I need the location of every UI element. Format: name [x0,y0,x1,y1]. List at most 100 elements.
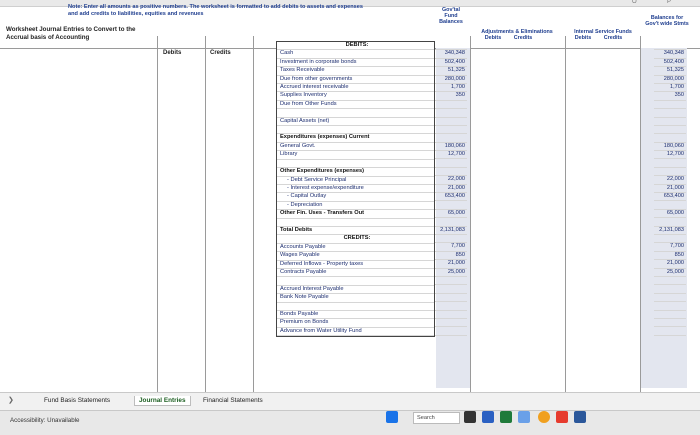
govtl-fund-balance-cell[interactable]: 65,000 [435,210,467,219]
govtl-fund-balance-cell[interactable]: 25,000 [435,269,467,277]
account-row[interactable]: - Depreciation [277,202,434,211]
account-row[interactable]: Accounts Payable [277,244,434,253]
govtl-fund-balance-cell[interactable]: 12,700 [435,151,467,160]
account-row[interactable]: - Interest expense/expenditure [277,185,434,194]
tab-fund-basis-statements[interactable]: Fund Basis Statements [40,396,114,405]
govt-wide-balance-cell[interactable]: 280,000 [654,76,686,84]
account-row[interactable]: Accrued Interest Payable [277,286,434,295]
account-row[interactable]: Capital Assets (net) [277,118,434,127]
account-row[interactable]: Taxes Receivable [277,67,434,76]
account-row[interactable]: General Govt. [277,143,434,152]
account-row[interactable]: Accrued interest receivable [277,84,434,93]
govtl-fund-balance-cell[interactable]: 51,325 [435,67,467,76]
govt-wide-balance-cell[interactable]: 21,000 [654,260,686,269]
govt-wide-balance-cell[interactable]: 180,060 [654,143,686,152]
govt-wide-balance-cell[interactable]: 0 [654,311,686,319]
account-row[interactable]: Wages Payable [277,252,434,261]
taskbar-search[interactable]: Search [413,412,460,424]
govt-wide-balance-cell[interactable]: 0 [654,294,686,303]
account-row[interactable]: Bank Note Payable [277,294,434,303]
govt-wide-balance-cell[interactable]: 22,000 [654,176,686,185]
govt-wide-balance-cell[interactable]: 0 [654,109,686,118]
govtl-fund-balance-cell[interactable]: 850 [435,252,467,261]
govt-wide-balance-cell[interactable]: 21,000 [654,185,686,194]
govtl-fund-balance-cell[interactable]: 0 [435,134,467,143]
account-row[interactable]: Cash [277,50,434,59]
tab-financial-statements[interactable]: Financial Statements [199,396,267,405]
account-row[interactable]: Library [277,151,434,160]
govt-wide-balance-cell[interactable]: 0 [654,319,686,328]
account-row[interactable]: Premium on Bonds [277,319,434,328]
govt-wide-balance-cell[interactable]: 502,400 [654,59,686,68]
account-row[interactable]: - Debt Service Principal [277,177,434,185]
account-row[interactable]: Advance from Water Utility Fund [277,328,434,337]
govt-wide-balance-cell[interactable]: 0 [654,42,686,51]
govt-wide-balance-cell[interactable]: 0 [654,101,686,110]
tab-scroll-icon[interactable]: ❯ [8,396,14,404]
govt-wide-balance-cell[interactable]: 0 [654,285,686,294]
govtl-fund-balance-cell[interactable]: 0 [435,101,467,110]
govt-wide-balance-cell[interactable]: 25,000 [654,269,686,277]
accessibility-status[interactable]: Accessibility: Unavailable [10,417,79,424]
account-row[interactable]: DEBITS: [277,42,434,51]
govtl-fund-balance-cell[interactable]: 0 [435,109,467,118]
account-row[interactable]: Due from Other Funds [277,101,434,110]
govtl-fund-balance-cell[interactable]: 0 [435,327,467,336]
account-row[interactable]: - Capital Outlay [277,193,434,202]
govt-wide-balance-cell[interactable]: 0 [654,235,686,244]
govtl-fund-balance-cell[interactable]: 21,000 [435,260,467,269]
govtl-fund-balance-cell[interactable]: 0 [435,302,467,311]
account-row[interactable]: Bonds Payable [277,311,434,320]
account-row[interactable]: CREDITS: [277,235,434,244]
govt-wide-balance-cell[interactable]: 65,000 [654,210,686,219]
account-row[interactable] [277,303,434,311]
govt-wide-balance-cell[interactable]: 0 [654,218,686,227]
govtl-fund-balance-cell[interactable]: 502,400 [435,59,467,68]
govtl-fund-balance-cell[interactable]: 1,700 [435,84,467,93]
govt-wide-balance-cell[interactable]: 51,325 [654,67,686,76]
govt-wide-balance-cell[interactable]: 1,700 [654,84,686,93]
govtl-fund-balance-cell[interactable]: 0 [435,319,467,328]
govt-wide-balance-cell[interactable]: 0 [654,201,686,210]
govt-wide-balance-cell[interactable]: 0 [654,118,686,126]
govt-wide-balance-cell[interactable]: 12,700 [654,151,686,160]
govtl-fund-balance-cell[interactable]: 653,400 [435,193,467,202]
chrome-icon[interactable] [538,411,550,423]
govtl-fund-balance-cell[interactable]: 350 [435,92,467,101]
govtl-fund-balance-cell[interactable]: 0 [435,235,467,244]
task-view-icon[interactable] [464,411,476,423]
tab-journal-entries[interactable]: Journal Entries [134,396,191,406]
govtl-fund-balance-cell[interactable]: 0 [435,294,467,303]
account-row[interactable]: Expenditures (expenses) Current [277,134,434,143]
govt-wide-balance-cell[interactable]: 350 [654,92,686,101]
govt-wide-balance-cell[interactable]: 850 [654,252,686,261]
govtl-fund-balance-cell[interactable]: 180,060 [435,143,467,152]
windows-start-icon[interactable] [386,411,398,423]
govtl-fund-balance-cell[interactable]: 0 [435,118,467,126]
account-row[interactable]: Contracts Payable [277,269,434,278]
account-row[interactable]: Investment in corporate bonds [277,59,434,68]
govtl-fund-balance-cell[interactable]: 0 [435,277,467,286]
govt-wide-balance-cell[interactable]: 2,131,083 [654,227,686,235]
app-icon[interactable] [482,411,494,423]
govtl-fund-balance-cell[interactable]: 0 [435,168,467,177]
govtl-fund-balance-cell[interactable]: 340,348 [435,50,467,59]
account-row[interactable] [277,160,434,169]
govtl-fund-balance-cell[interactable]: 0 [435,311,467,319]
govtl-fund-balance-cell[interactable]: 0 [435,126,467,135]
govtl-fund-balance-cell[interactable]: 0 [435,159,467,168]
govt-wide-balance-cell[interactable]: 653,400 [654,193,686,202]
govt-wide-balance-cell[interactable]: 340,348 [654,50,686,59]
govt-wide-balance-cell[interactable]: 0 [654,126,686,135]
account-row[interactable]: Other Expenditures (expenses) [277,168,434,177]
govtl-fund-balance-cell[interactable]: 0 [435,285,467,294]
govt-wide-balance-cell[interactable]: 7,700 [654,243,686,252]
account-row[interactable] [277,126,434,135]
govtl-fund-balance-cell[interactable]: 0 [435,42,467,51]
govt-wide-balance-cell[interactable]: 0 [654,327,686,336]
account-row[interactable] [277,219,434,227]
govt-wide-balance-cell[interactable]: 0 [654,134,686,143]
account-row[interactable] [277,277,434,286]
excel-icon[interactable] [500,411,512,423]
govtl-fund-balance-cell[interactable]: 7,700 [435,243,467,252]
